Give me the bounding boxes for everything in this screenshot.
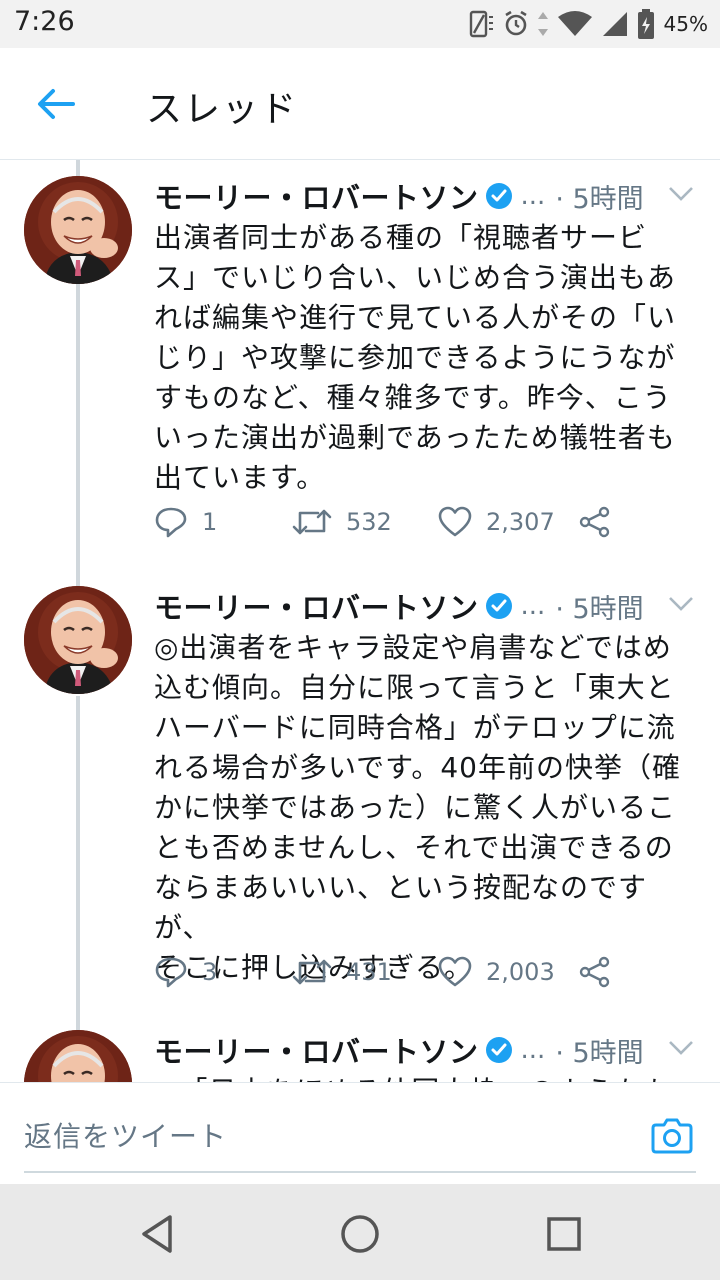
author-name[interactable]: モーリー・ロバートソン xyxy=(154,1029,479,1071)
battery-percent: 45% xyxy=(663,12,708,36)
like-button[interactable]: 2,003 xyxy=(438,952,555,992)
thread-connector xyxy=(76,160,80,176)
reply-input[interactable]: 返信をツイート xyxy=(24,1115,227,1155)
tweet-time: · 5時間 xyxy=(555,593,644,625)
reply-button[interactable]: 3 xyxy=(154,952,217,992)
tweet-text: ◎「日本をほめる外国人枠」のようなも xyxy=(154,1072,702,1082)
app-header: スレッド xyxy=(0,48,720,160)
tweet-time: · 5時間 xyxy=(555,1037,644,1069)
square-recents-icon xyxy=(547,1217,581,1251)
author-handle: ... xyxy=(520,591,546,621)
page-title: スレッド xyxy=(146,89,299,130)
reply-icon xyxy=(155,957,187,988)
tweet[interactable]: モーリー・ロバートソン ... · 5時間 ◎出演者をキャラ設定や肩書などではめ… xyxy=(0,586,720,1030)
verified-badge-icon xyxy=(485,592,513,620)
heart-icon xyxy=(438,506,472,537)
tweet-header: モーリー・ロバートソン ... · 5時間 xyxy=(154,176,704,216)
chevron-down-icon[interactable] xyxy=(668,1040,694,1060)
tweet-text: ◎出演者をキャラ設定や肩書などではめ 込む傾向。自分に限って言うと「東大と ハー… xyxy=(154,631,681,984)
back-arrow-icon xyxy=(38,89,75,119)
share-icon xyxy=(579,956,610,988)
retweet-button[interactable]: 532 xyxy=(292,502,392,542)
heart-icon xyxy=(438,956,472,987)
status-bar: 7:26 45% xyxy=(0,0,720,48)
tweet-header: モーリー・ロバートソン ... · 5時間 xyxy=(154,1030,704,1070)
tweet-time: · 5時間 xyxy=(555,183,644,215)
like-count: 2,003 xyxy=(486,958,555,986)
circle-home-icon xyxy=(341,1215,379,1253)
reply-count: 1 xyxy=(202,508,218,536)
battery-icon xyxy=(636,8,656,40)
author-handle: ... xyxy=(520,1035,546,1065)
like-button[interactable]: 2,307 xyxy=(438,502,555,542)
nav-recents-button[interactable] xyxy=(542,1212,586,1256)
verified-badge-icon xyxy=(485,182,513,210)
status-time: 7:26 xyxy=(14,6,75,37)
back-button[interactable] xyxy=(30,80,82,128)
tweet-actions: 3 431 2,003 xyxy=(154,952,624,992)
reply-bar: 返信をツイート xyxy=(0,1082,720,1184)
author-name[interactable]: モーリー・ロバートソン xyxy=(154,585,479,627)
camera-icon xyxy=(651,1118,693,1154)
reply-input-underline xyxy=(24,1171,696,1173)
system-nav-bar xyxy=(0,1184,720,1280)
tweet[interactable]: モーリー・ロバートソン ... · 5時間 ◎「日本をほめる外国人枠」のようなも xyxy=(0,1030,720,1082)
cell-signal-icon xyxy=(600,9,630,39)
retweet-icon xyxy=(292,509,332,535)
share-icon xyxy=(579,506,610,538)
tweet[interactable]: モーリー・ロバートソン ... · 5時間 出演者同士がある種の「視聴者サービ … xyxy=(0,176,720,586)
retweet-count: 431 xyxy=(346,958,392,986)
author-handle: ... xyxy=(520,181,546,211)
retweet-icon xyxy=(292,959,332,985)
reply-count: 3 xyxy=(202,958,218,986)
avatar[interactable] xyxy=(24,176,132,284)
tweet-actions: 1 532 2,307 xyxy=(154,502,624,542)
chevron-down-icon[interactable] xyxy=(668,186,694,206)
retweet-button[interactable]: 431 xyxy=(292,952,392,992)
nav-home-button[interactable] xyxy=(338,1212,382,1256)
verified-badge-icon xyxy=(485,1036,513,1064)
data-arrows-icon xyxy=(536,9,550,39)
nav-back-button[interactable] xyxy=(136,1212,180,1256)
reply-button[interactable]: 1 xyxy=(154,502,217,542)
share-button[interactable] xyxy=(578,502,612,542)
tweet-header: モーリー・ロバートソン ... · 5時間 xyxy=(154,586,704,626)
like-count: 2,307 xyxy=(486,508,555,536)
chevron-down-icon[interactable] xyxy=(668,596,694,616)
triangle-back-icon xyxy=(142,1215,172,1253)
retweet-count: 532 xyxy=(346,508,392,536)
alarm-icon xyxy=(502,9,530,39)
camera-button[interactable] xyxy=(650,1113,694,1157)
wifi-icon xyxy=(556,9,594,39)
reply-icon xyxy=(155,507,187,538)
status-icons: 45% xyxy=(466,6,708,42)
share-button[interactable] xyxy=(578,952,612,992)
tweet-text: 出演者同士がある種の「視聴者サービ ス」でいじり合い、いじめ合う演出もあ れば編… xyxy=(154,221,677,494)
avatar[interactable] xyxy=(24,586,132,694)
rotation-lock-icon xyxy=(466,9,496,39)
thread-list: モーリー・ロバートソン ... · 5時間 出演者同士がある種の「視聴者サービ … xyxy=(0,160,720,1082)
avatar[interactable] xyxy=(24,1030,132,1082)
author-name[interactable]: モーリー・ロバートソン xyxy=(154,175,479,217)
